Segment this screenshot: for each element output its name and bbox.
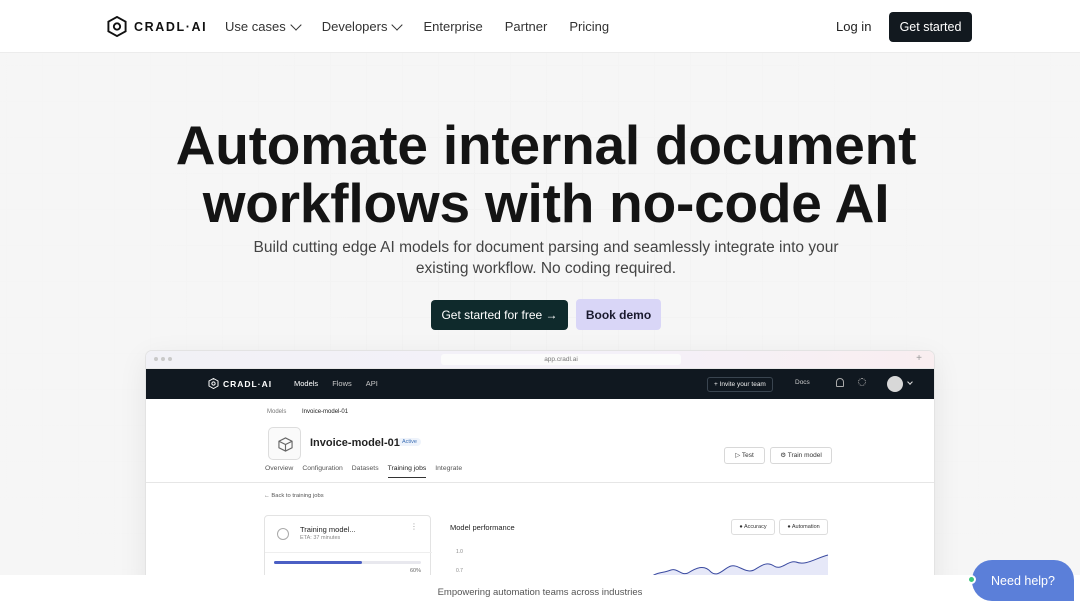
gear-icon xyxy=(858,378,866,386)
y-tick: 1.0 xyxy=(456,549,463,555)
legend-automation: ● Automation xyxy=(779,519,828,535)
legend-label: Automation xyxy=(791,524,820,530)
tab-integrate: Integrate xyxy=(435,465,463,472)
subheadline-line-2: existing workflow. No coding required. xyxy=(415,260,677,277)
tabs-divider xyxy=(146,482,934,483)
nav-links: Use cases Developers Enterprise Partner … xyxy=(225,18,631,34)
headline-line-1: Automate internal document xyxy=(175,114,917,176)
app-screenshot-mockup: app.cradl.ai + CRADL·AI Models Flows API… xyxy=(146,351,934,591)
tab-training-jobs: Training jobs xyxy=(387,465,427,478)
new-tab-icon: + xyxy=(916,353,922,364)
nav-link-label: Enterprise xyxy=(423,19,483,34)
nav-link-enterprise[interactable]: Enterprise xyxy=(423,19,482,34)
training-icon xyxy=(277,528,289,540)
hero-headline: Automate internal document workflows wit… xyxy=(0,116,1080,232)
app-header: CRADL·AI Models Flows API + Invite your … xyxy=(146,369,934,399)
y-tick: 0.7 xyxy=(456,568,463,574)
training-progress-label: 60% xyxy=(409,568,421,574)
subheadline-line-1: Build cutting edge AI models for documen… xyxy=(253,239,839,256)
model-icon-box xyxy=(268,427,301,460)
training-title: Training model... xyxy=(300,525,356,534)
nav-link-use-cases[interactable]: Use cases xyxy=(225,18,302,34)
nav-link-label: Use cases xyxy=(225,19,286,34)
test-button: ▷ Test xyxy=(724,447,765,464)
more-menu-icon: ⋮ xyxy=(410,522,418,531)
bell-icon xyxy=(836,378,844,387)
book-demo-button[interactable]: Book demo xyxy=(576,299,661,330)
need-help-button[interactable]: Need help? xyxy=(972,560,1074,601)
legend-accuracy: ● Accuracy xyxy=(731,519,775,535)
tab-overview: Overview xyxy=(265,465,294,472)
app-nav-models: Models xyxy=(294,379,319,388)
nav-link-developers[interactable]: Developers xyxy=(321,18,404,34)
training-eta: ETA: 37 minutes xyxy=(300,535,341,541)
model-tabs: Overview Configuration Datasets Training… xyxy=(265,465,462,478)
login-link[interactable]: Log in xyxy=(836,19,871,34)
hero-subheadline: Build cutting edge AI models for documen… xyxy=(0,237,1080,279)
breadcrumb: Models Invoice-model-01 xyxy=(267,409,348,415)
get-started-free-button[interactable]: Get started for free → xyxy=(431,300,568,330)
train-model-button: ⚙ Train model xyxy=(770,447,832,464)
legend-label: Accuracy xyxy=(743,524,767,530)
chevron-down-icon xyxy=(391,18,404,31)
training-progress-bar xyxy=(274,561,421,564)
train-button-label: Train model xyxy=(787,452,822,459)
breadcrumb-root: Models xyxy=(267,409,287,415)
nav-link-pricing[interactable]: Pricing xyxy=(569,19,609,34)
card-divider xyxy=(265,552,432,553)
training-progress-fill xyxy=(274,561,363,564)
brand-logo[interactable]: CRADL·AI xyxy=(107,16,207,37)
top-navigation: CRADL·AI Use cases Developers Enterprise… xyxy=(0,0,1080,53)
app-logo: CRADL·AI xyxy=(208,378,272,389)
get-started-button[interactable]: Get started xyxy=(889,12,972,42)
nav-link-label: Developers xyxy=(321,19,388,34)
test-button-label: Test xyxy=(741,452,754,459)
chevron-down-icon xyxy=(290,18,302,31)
breadcrumb-current: Invoice-model-01 xyxy=(302,409,349,415)
app-nav: Models Flows API xyxy=(294,379,378,388)
address-bar: app.cradl.ai xyxy=(441,354,681,365)
industries-tagline: Empowering automation teams across indus… xyxy=(437,587,643,598)
nav-link-partner[interactable]: Partner xyxy=(505,19,548,34)
logo-text: CRADL·AI xyxy=(134,19,208,34)
app-logo-text: CRADL·AI xyxy=(223,378,273,389)
avatar xyxy=(887,376,903,392)
model-name: Invoice-model-01 xyxy=(310,437,400,449)
back-link: ← Back to training jobs xyxy=(264,493,324,499)
tab-configuration: Configuration xyxy=(302,465,343,472)
window-dots xyxy=(154,357,172,361)
app-nav-flows: Flows xyxy=(332,379,352,388)
headline-line-2: workflows with no-code AI xyxy=(202,172,890,234)
chevron-down-icon xyxy=(907,379,913,385)
nav-link-label: Partner xyxy=(504,19,548,34)
hexagon-logo-icon xyxy=(208,378,219,389)
back-link-label: Back to training jobs xyxy=(271,493,324,499)
performance-title: Model performance xyxy=(450,523,515,532)
status-badge: Active xyxy=(398,438,421,446)
app-nav-api: API xyxy=(365,379,378,388)
cube-icon xyxy=(278,437,293,452)
tab-datasets: Datasets xyxy=(351,465,379,472)
nav-link-label: Pricing xyxy=(569,19,610,34)
invite-team-button: + Invite your team xyxy=(707,377,773,392)
browser-chrome: app.cradl.ai + xyxy=(146,351,934,369)
docs-link: Docs xyxy=(795,379,810,386)
online-status-dot xyxy=(967,575,976,584)
hexagon-logo-icon xyxy=(107,16,127,37)
